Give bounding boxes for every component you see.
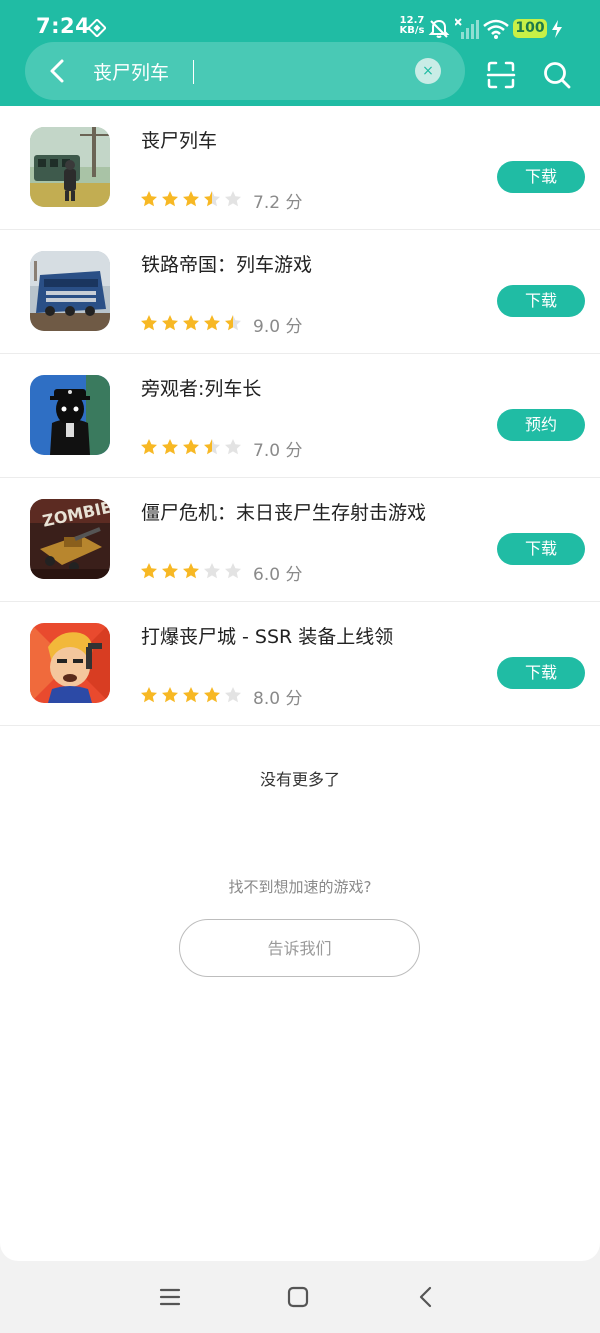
download-button[interactable]: 下载 bbox=[497, 161, 585, 193]
star-full-icon bbox=[141, 687, 157, 703]
star-full-icon bbox=[204, 315, 220, 331]
tell-us-button[interactable]: 告诉我们 bbox=[179, 919, 420, 977]
game-title: 僵尸危机：末日丧尸生存射击游戏 bbox=[141, 502, 427, 524]
star-full-icon bbox=[141, 191, 157, 207]
zombie-city-game-icon[interactable] bbox=[30, 623, 110, 703]
back-arrow-icon[interactable] bbox=[43, 56, 73, 86]
game-title: 丧尸列车 bbox=[141, 130, 218, 152]
game-row-zombie-train[interactable]: 丧尸列车 7.2 分 下载 bbox=[0, 106, 600, 230]
star-rating bbox=[140, 438, 245, 458]
search-input[interactable] bbox=[93, 56, 413, 86]
star-half-icon bbox=[204, 191, 220, 207]
star-full-icon bbox=[162, 191, 178, 207]
battery-level: 100 bbox=[513, 19, 547, 38]
zombie-crisis-game-icon[interactable]: ZOMBIE bbox=[30, 499, 110, 579]
game-row-zombie-city[interactable]: 打爆丧尸城 - SSR 装备上线领 8.0 分 下载 bbox=[0, 602, 600, 726]
star-full-icon bbox=[162, 315, 178, 331]
star-empty-icon bbox=[225, 687, 241, 703]
star-empty-icon bbox=[225, 191, 241, 207]
game-score: 7.0 分 bbox=[253, 441, 303, 461]
home-icon[interactable] bbox=[286, 1285, 310, 1309]
star-full-icon bbox=[183, 191, 199, 207]
star-full-icon bbox=[204, 687, 220, 703]
status-time: 7:24 bbox=[36, 14, 91, 38]
no-more-results-label: 没有更多了 bbox=[259, 770, 340, 789]
star-rating bbox=[140, 686, 245, 706]
game-title: 打爆丧尸城 - SSR 装备上线领 bbox=[141, 626, 394, 648]
star-full-icon bbox=[162, 439, 178, 455]
network-speed-unit: KB/s bbox=[399, 25, 425, 36]
star-half-icon bbox=[225, 315, 241, 331]
cant-find-game-prompt: 找不到想加速的游戏? bbox=[228, 878, 372, 896]
star-full-icon bbox=[183, 439, 199, 455]
star-full-icon bbox=[141, 315, 157, 331]
star-rating bbox=[140, 314, 245, 334]
game-score: 8.0 分 bbox=[253, 689, 303, 709]
search-bar: × bbox=[25, 42, 465, 100]
star-empty-icon bbox=[225, 439, 241, 455]
wifi-icon bbox=[483, 19, 509, 39]
signal-icon bbox=[455, 18, 479, 39]
charging-icon bbox=[552, 20, 562, 38]
download-button[interactable]: 下载 bbox=[497, 533, 585, 565]
back-icon[interactable] bbox=[414, 1285, 438, 1309]
star-rating bbox=[140, 190, 245, 210]
railway-empire-game-icon[interactable] bbox=[30, 251, 110, 331]
download-button[interactable]: 下载 bbox=[497, 285, 585, 317]
game-score: 6.0 分 bbox=[253, 565, 303, 585]
star-full-icon bbox=[183, 563, 199, 579]
game-title: 旁观者:列车长 bbox=[141, 378, 262, 400]
system-navigation-bar bbox=[0, 1261, 600, 1333]
star-empty-icon bbox=[225, 563, 241, 579]
game-row-beholder-conductor[interactable]: 旁观者:列车长 7.0 分 预约 bbox=[0, 354, 600, 478]
reserve-button[interactable]: 预约 bbox=[497, 409, 585, 441]
star-full-icon bbox=[141, 439, 157, 455]
clear-search-button[interactable]: × bbox=[415, 58, 441, 84]
download-button[interactable]: 下载 bbox=[497, 657, 585, 689]
star-full-icon bbox=[183, 687, 199, 703]
star-empty-icon bbox=[204, 563, 220, 579]
star-full-icon bbox=[141, 563, 157, 579]
star-full-icon bbox=[162, 563, 178, 579]
beholder-conductor-game-icon[interactable] bbox=[30, 375, 110, 455]
game-score: 9.0 分 bbox=[253, 317, 303, 337]
game-row-zombie-crisis[interactable]: ZOMBIE 僵尸危机：末日丧尸生存射击游戏 6.0 分 下载 bbox=[0, 478, 600, 602]
text-cursor bbox=[193, 60, 194, 84]
zombie-train-game-icon[interactable] bbox=[30, 127, 110, 207]
search-results: 丧尸列车 7.2 分 下载 铁路帝国：列车游戏 9.0 分 下载 旁观者:列车长… bbox=[0, 106, 600, 1261]
star-rating bbox=[140, 562, 245, 582]
scan-icon[interactable] bbox=[486, 60, 516, 90]
star-half-icon bbox=[204, 439, 220, 455]
status-bar: 7:24 12.7 KB/s 100 bbox=[0, 0, 600, 42]
star-full-icon bbox=[183, 315, 199, 331]
network-speed: 12.7 KB/s bbox=[398, 16, 426, 36]
search-icon[interactable] bbox=[542, 60, 572, 90]
top-header: 7:24 12.7 KB/s 100 丧尸列车 × bbox=[0, 0, 600, 106]
game-score: 7.2 分 bbox=[253, 193, 303, 213]
recent-apps-icon[interactable] bbox=[158, 1285, 182, 1309]
bell-off-icon bbox=[428, 19, 450, 38]
game-row-railway-empire[interactable]: 铁路帝国：列车游戏 9.0 分 下载 bbox=[0, 230, 600, 354]
star-full-icon bbox=[162, 687, 178, 703]
app-notification-icon bbox=[88, 19, 106, 37]
game-title: 铁路帝国：列车游戏 bbox=[141, 254, 313, 276]
